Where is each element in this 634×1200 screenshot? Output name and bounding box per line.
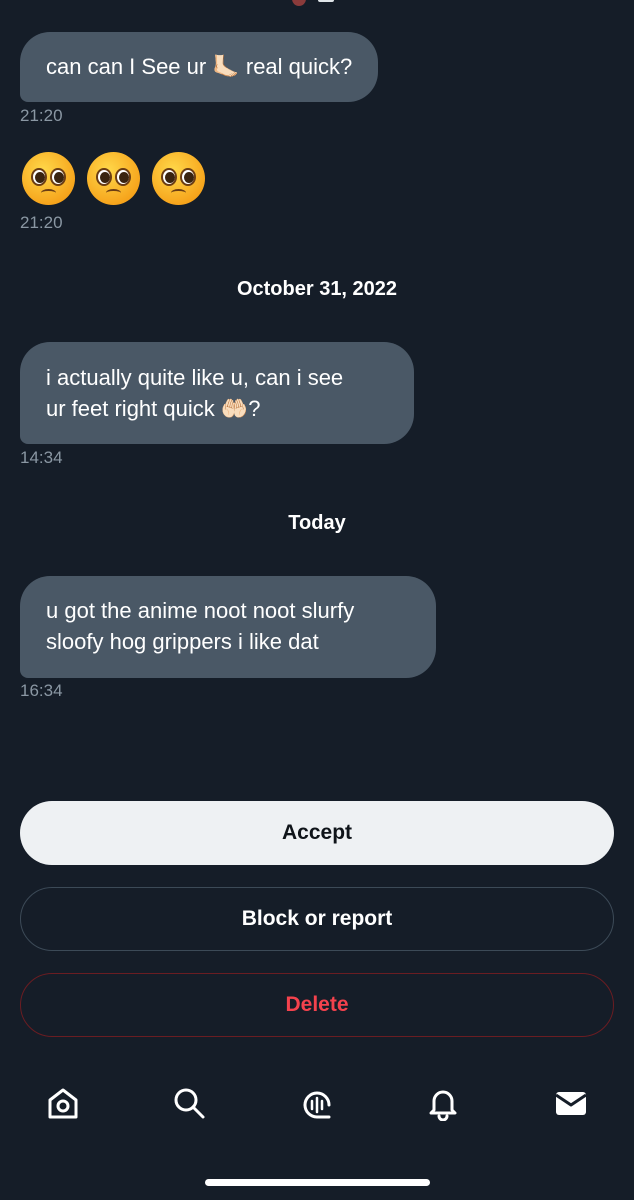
- message-text: i actually quite like u, can i see: [46, 365, 344, 390]
- message-text: ?: [248, 396, 261, 421]
- bottom-navigation: [0, 1080, 634, 1130]
- message-timestamp: 16:34: [20, 681, 63, 700]
- emoji-message[interactable]: [22, 152, 205, 205]
- date-separator: October 31, 2022: [236, 278, 398, 300]
- message-timestamp: 14:34: [20, 448, 63, 467]
- cropped-avatar-fragment: [288, 0, 348, 8]
- message-timestamp: 21:20: [20, 106, 63, 125]
- search-icon[interactable]: [169, 1080, 209, 1126]
- block-or-report-button[interactable]: Block or report: [20, 887, 614, 951]
- message-bubble[interactable]: can can I See ur 🦶🏻 real quick?: [20, 32, 379, 102]
- pleading-face-icon: [152, 152, 205, 205]
- message-text: ur feet right quick: [46, 396, 215, 421]
- message-text: real quick?: [245, 54, 353, 79]
- palms-up-emoji: 🤲🏻: [220, 397, 249, 422]
- messages-envelope-icon[interactable]: [551, 1080, 591, 1126]
- pleading-face-icon: [87, 152, 140, 205]
- message-text: u got the anime noot noot slurfy: [46, 598, 355, 623]
- accept-button[interactable]: Accept: [20, 801, 614, 865]
- notifications-bell-icon[interactable]: [423, 1080, 463, 1126]
- message-timestamp: 21:20: [20, 213, 63, 232]
- pleading-face-icon: [22, 152, 75, 205]
- date-separator: Today: [288, 512, 346, 534]
- message-bubble[interactable]: u got the anime noot noot slurfy sloofy …: [20, 576, 436, 678]
- message-text: sloofy hog grippers i like dat: [46, 629, 319, 654]
- message-text: can can I See ur: [46, 54, 207, 79]
- spaces-icon[interactable]: [297, 1080, 337, 1126]
- message-bubble[interactable]: i actually quite like u, can i see ur fe…: [20, 342, 414, 444]
- delete-button[interactable]: Delete: [20, 973, 614, 1037]
- home-icon[interactable]: [43, 1080, 83, 1126]
- home-indicator: [205, 1179, 430, 1186]
- foot-emoji: 🦶🏻: [212, 55, 240, 80]
